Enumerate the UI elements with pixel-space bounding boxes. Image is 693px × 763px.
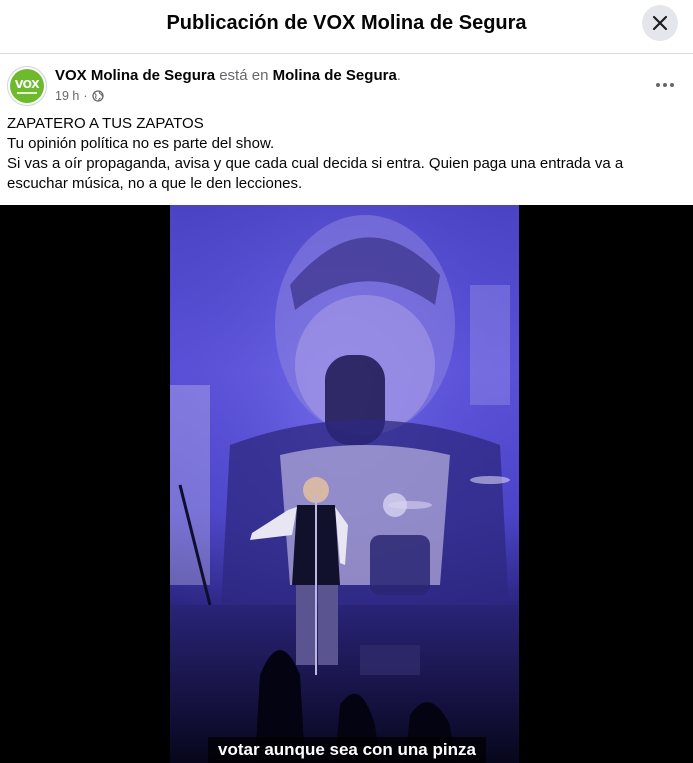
post-text-line: Si vas a oír propaganda, avisa y que cad… <box>7 155 624 192</box>
post-header: VOX VOX Molina de Segura está en Molina … <box>0 54 693 112</box>
location-suffix: . <box>396 67 401 84</box>
vox-logo: VOX <box>10 69 44 103</box>
more-horizontal-icon <box>656 83 674 87</box>
concert-scene <box>170 205 519 763</box>
dialog-title: Publicación de VOX Molina de Segura <box>166 12 527 34</box>
author-line: VOX Molina de Segura está en Molina de S… <box>55 67 401 84</box>
author-name-link[interactable]: VOX Molina de Segura <box>55 67 215 84</box>
avatar-logo-text: VOX <box>14 77 40 91</box>
close-button[interactable] <box>642 5 678 41</box>
more-options-button[interactable] <box>650 70 680 100</box>
post-text-line: Tu opinión política no es parte del show… <box>7 135 275 152</box>
close-icon <box>652 15 668 31</box>
subtitle-text: votar aunque sea con una pinza <box>218 740 476 759</box>
video-player[interactable]: votar aunque sea con una pinza <box>0 205 693 763</box>
concert-video-frame <box>170 205 519 763</box>
globe-icon[interactable] <box>91 90 104 102</box>
dialog-header: Publicación de VOX Molina de Segura <box>0 0 693 54</box>
post-text-line: ZAPATERO A TUS ZAPATOS <box>7 115 204 132</box>
video-subtitle: votar aunque sea con una pinza <box>208 737 486 763</box>
post-meta: 19 h · <box>55 89 104 103</box>
avatar[interactable]: VOX <box>7 66 47 106</box>
post-timestamp[interactable]: 19 h <box>55 89 79 103</box>
post-text: ZAPATERO A TUS ZAPATOS Tu opinión políti… <box>7 114 687 194</box>
location-link[interactable]: Molina de Segura <box>273 67 397 84</box>
meta-separator: · <box>83 89 88 103</box>
connector-text: está en <box>215 67 273 84</box>
